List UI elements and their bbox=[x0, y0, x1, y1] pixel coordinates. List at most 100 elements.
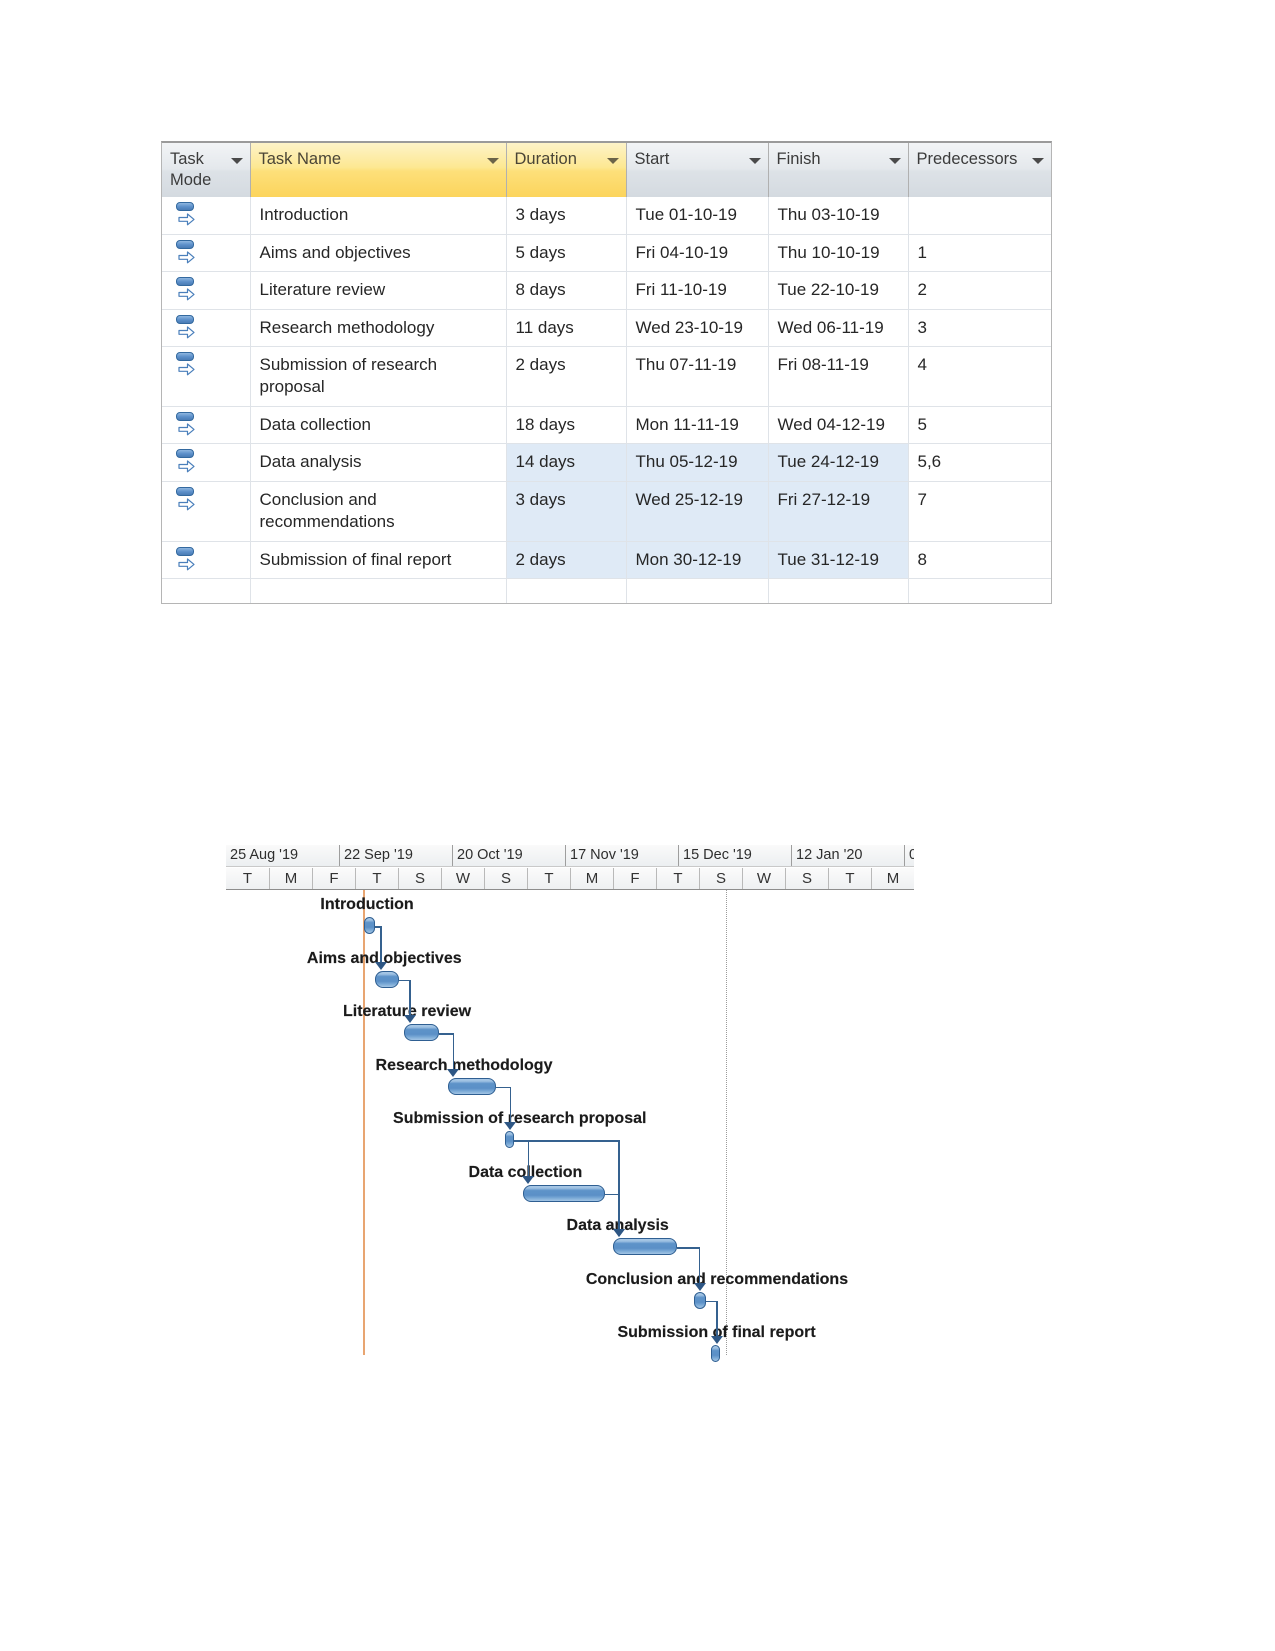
cell-start[interactable]: Wed 25-12-19 bbox=[626, 480, 769, 542]
gantt-task-bar[interactable] bbox=[613, 1238, 677, 1255]
table-row[interactable]: Conclusion and recommendations 3 days Wed … bbox=[162, 480, 1051, 542]
cell-predecessors[interactable]: 7 bbox=[908, 480, 1051, 542]
table-row[interactable]: Data collection 18 days Mon 11-11-19 Wed 04… bbox=[162, 405, 1051, 444]
cell-task-name[interactable]: Literature review bbox=[250, 271, 507, 310]
timeline-minor-tick: M bbox=[570, 868, 613, 889]
column-header-start[interactable]: Start bbox=[626, 143, 769, 198]
cell-predecessors[interactable]: 5 bbox=[908, 405, 1051, 444]
dependency-link bbox=[509, 1086, 512, 1122]
manually-scheduled-icon bbox=[175, 411, 201, 442]
cell-finish[interactable]: Tue 22-10-19 bbox=[768, 271, 909, 310]
column-header-task-mode[interactable]: Task Mode bbox=[162, 143, 251, 198]
gantt-task-bar[interactable] bbox=[404, 1024, 440, 1041]
manually-scheduled-icon bbox=[175, 486, 201, 517]
table-row[interactable]: Introduction 3 days Tue 01-10-19 Thu 03-10-… bbox=[162, 197, 1051, 235]
timeline-minor-tick: S bbox=[785, 868, 828, 889]
cell-task-name[interactable]: Submission of research proposal bbox=[250, 345, 507, 407]
cell-start[interactable]: Thu 07-11-19 bbox=[626, 345, 769, 407]
gantt-task-bar[interactable] bbox=[375, 970, 400, 988]
table-row[interactable]: Submission of research proposal 2 days Thu… bbox=[162, 345, 1051, 407]
cell-finish[interactable]: Tue 31-12-19 bbox=[768, 540, 909, 579]
cell-predecessors[interactable]: 4 bbox=[908, 345, 1051, 407]
cell-predecessors[interactable]: 1 bbox=[908, 233, 1051, 272]
gantt-task-bar[interactable] bbox=[363, 917, 375, 934]
gantt-task-bar[interactable] bbox=[447, 1077, 497, 1095]
task-mode-bar-glyph bbox=[176, 351, 194, 361]
filter-chevron-down-icon[interactable] bbox=[486, 158, 499, 164]
cell-finish[interactable]: Wed 04-12-19 bbox=[768, 405, 909, 444]
dependency-arrowhead bbox=[447, 1068, 460, 1077]
gantt-task-bar[interactable] bbox=[522, 1184, 606, 1202]
cell-finish[interactable]: Thu 10-10-19 bbox=[768, 233, 909, 272]
gantt-bar-label: Conclusion and recommendations bbox=[585, 1270, 849, 1288]
table-row[interactable]: Research methodology 11 days Wed 23-10-19 W… bbox=[162, 308, 1051, 347]
table-row[interactable]: Submission of final report 2 days Mon 30-1… bbox=[162, 540, 1051, 579]
cell-predecessors[interactable]: 8 bbox=[908, 540, 1051, 579]
cell-start[interactable]: Mon 30-12-19 bbox=[626, 540, 769, 579]
cell-finish[interactable]: Wed 06-11-19 bbox=[768, 308, 909, 347]
cell-task-name[interactable]: Research methodology bbox=[250, 308, 507, 347]
cell-task-name[interactable]: Data collection bbox=[250, 405, 507, 444]
gantt-task-bar[interactable] bbox=[504, 1131, 514, 1148]
gantt-task-bar[interactable] bbox=[693, 1291, 706, 1309]
timeline-minor-scale: TMFTSWSTMFTSWSTM bbox=[226, 867, 914, 890]
filter-chevron-down-icon[interactable] bbox=[748, 158, 761, 164]
filter-chevron-down-icon[interactable] bbox=[230, 158, 243, 164]
cell-task-name[interactable]: Data analysis bbox=[250, 443, 507, 482]
cell-start[interactable]: Fri 04-10-19 bbox=[626, 233, 769, 272]
table-row[interactable]: Data analysis 14 days Thu 05-12-19 Tue 24-1… bbox=[162, 443, 1051, 482]
cell-task-mode[interactable] bbox=[162, 197, 251, 235]
timeline-major-tick: 09 bbox=[904, 845, 914, 866]
filter-chevron-down-icon[interactable] bbox=[606, 158, 619, 164]
cell-duration[interactable]: 18 days bbox=[506, 405, 627, 444]
cell-predecessors[interactable]: 5,6 bbox=[908, 443, 1051, 482]
dependency-arrowhead bbox=[504, 1122, 517, 1130]
filter-chevron-down-icon[interactable] bbox=[888, 158, 901, 164]
column-header-duration[interactable]: Duration bbox=[506, 143, 627, 198]
cell-finish[interactable]: Thu 03-10-19 bbox=[768, 197, 909, 235]
cell-start[interactable]: Wed 23-10-19 bbox=[626, 308, 769, 347]
cell-duration[interactable]: 14 days bbox=[506, 443, 627, 482]
table-row[interactable]: Aims and objectives 5 days Fri 04-10-19 Thu… bbox=[162, 233, 1051, 272]
column-header-task-name[interactable]: Task Name bbox=[250, 143, 507, 198]
gantt-task-bar[interactable] bbox=[711, 1345, 721, 1362]
cell-task-mode[interactable] bbox=[162, 345, 251, 407]
cell-start[interactable]: Fri 11-10-19 bbox=[626, 271, 769, 310]
cell-start[interactable]: Mon 11-11-19 bbox=[626, 405, 769, 444]
timeline-minor-tick: S bbox=[699, 868, 742, 889]
cell-task-mode[interactable] bbox=[162, 308, 251, 347]
cell-duration[interactable]: 5 days bbox=[506, 233, 627, 272]
cell-duration[interactable]: 2 days bbox=[506, 345, 627, 407]
cell-task-name[interactable]: Introduction bbox=[250, 197, 507, 235]
dependency-arrowhead bbox=[403, 1015, 416, 1023]
cell-start[interactable]: Thu 05-12-19 bbox=[626, 443, 769, 482]
cell-duration[interactable]: 3 days bbox=[506, 197, 627, 235]
cell-task-name[interactable]: Aims and objectives bbox=[250, 233, 507, 272]
cell-task-mode[interactable] bbox=[162, 233, 251, 272]
table-row-empty[interactable] bbox=[162, 578, 1051, 604]
cell-predecessors[interactable] bbox=[908, 197, 1051, 235]
cell-duration[interactable]: 3 days bbox=[506, 480, 627, 542]
cell-duration[interactable]: 11 days bbox=[506, 308, 627, 347]
table-row[interactable]: Literature review 8 days Fri 11-10-19 Tue 2… bbox=[162, 271, 1051, 310]
dependency-link bbox=[496, 1086, 510, 1088]
cell-duration[interactable]: 8 days bbox=[506, 271, 627, 310]
cell-predecessors[interactable]: 2 bbox=[908, 271, 1051, 310]
cell-finish[interactable]: Fri 27-12-19 bbox=[768, 480, 909, 542]
cell-finish[interactable]: Fri 08-11-19 bbox=[768, 345, 909, 407]
cell-task-mode[interactable] bbox=[162, 480, 251, 542]
cell-duration[interactable]: 2 days bbox=[506, 540, 627, 579]
cell-task-name[interactable]: Conclusion and recommendations bbox=[250, 480, 507, 542]
cell-task-name[interactable]: Submission of final report bbox=[250, 540, 507, 579]
cell-finish[interactable]: Tue 24-12-19 bbox=[768, 443, 909, 482]
column-header-predecessors[interactable]: Predecessors bbox=[908, 143, 1051, 198]
filter-chevron-down-icon[interactable] bbox=[1032, 158, 1044, 164]
cell-task-mode[interactable] bbox=[162, 271, 251, 310]
cell-start[interactable]: Tue 01-10-19 bbox=[626, 197, 769, 235]
cell-task-mode[interactable] bbox=[162, 405, 251, 444]
dependency-link bbox=[698, 1247, 701, 1283]
cell-predecessors[interactable]: 3 bbox=[908, 308, 1051, 347]
cell-task-mode[interactable] bbox=[162, 443, 251, 482]
column-header-finish[interactable]: Finish bbox=[768, 143, 909, 198]
cell-task-mode[interactable] bbox=[162, 540, 251, 579]
